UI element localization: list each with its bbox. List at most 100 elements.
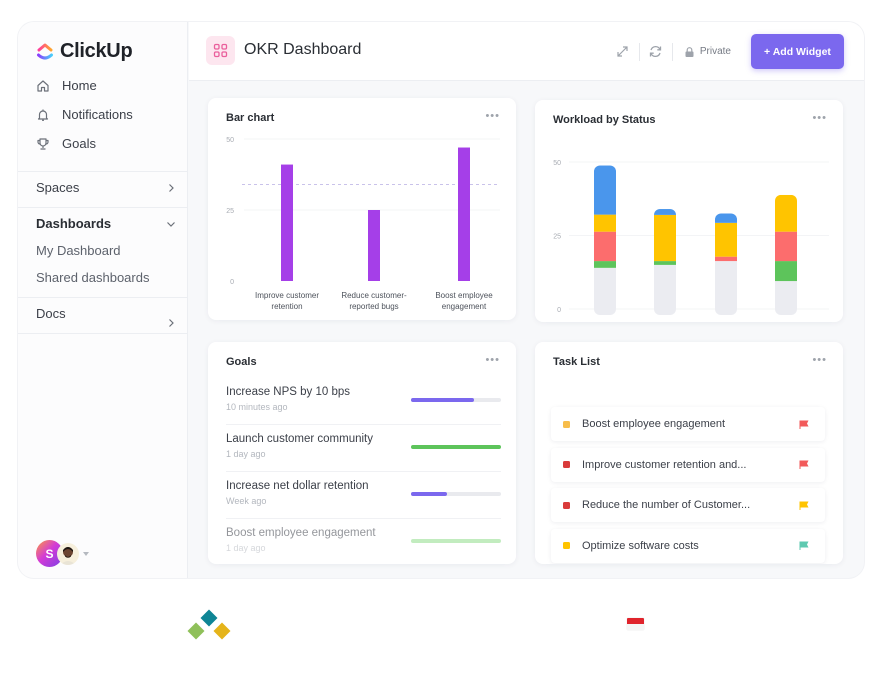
trophy-icon [37, 137, 49, 150]
sidebar-item-notifications[interactable]: Notifications [36, 107, 133, 122]
goal-timestamp: 1 day ago [226, 449, 266, 459]
task-item[interactable]: Improve customer retention and... [551, 447, 825, 482]
goal-timestamp: 10 minutes ago [226, 402, 288, 412]
x-tick-label: Q1 [599, 320, 611, 322]
bar-segment-yellow [715, 222, 737, 257]
more-options-icon[interactable]: ••• [812, 355, 827, 366]
priority-flag-icon[interactable] [799, 501, 809, 510]
user-menu[interactable]: S [36, 540, 89, 567]
task-item[interactable]: Optimize software costs [551, 528, 825, 563]
refresh-button[interactable] [640, 37, 672, 67]
caret-down-icon [83, 551, 89, 556]
x-tick-label: Improve customer [255, 291, 319, 300]
fullscreen-button[interactable] [607, 37, 639, 67]
bar-segment-red [775, 231, 797, 262]
privacy-label: Private [699, 46, 731, 57]
y-tick-label: 25 [553, 234, 561, 241]
status-indicator[interactable] [563, 542, 570, 549]
y-tick-label: 50 [226, 137, 234, 144]
sidebar-item-spaces[interactable]: Spaces [36, 180, 176, 195]
task-list-widget: Task List ••• Boost employee engagement I… [535, 342, 843, 564]
priority-flag-icon[interactable] [799, 460, 809, 469]
goal-progress-bar [411, 398, 501, 402]
priority-flag-icon[interactable] [799, 420, 809, 429]
goal-item[interactable]: Launch customer community 1 day ago [226, 433, 501, 459]
bar-segment-gray [775, 281, 797, 315]
goal-item[interactable]: Increase net dollar retention Week ago [226, 480, 501, 506]
chevron-down-icon [167, 221, 175, 227]
stacked-bar [594, 165, 616, 315]
sidebar-item-label: Notifications [62, 107, 133, 122]
sidebar-item-dashboards[interactable]: Dashboards [36, 216, 176, 231]
goal-name: Increase net dollar retention [226, 480, 369, 492]
x-tick-label: retention [271, 302, 302, 311]
bar-segment-gray [654, 264, 676, 315]
y-tick-label: 0 [557, 307, 561, 314]
goal-timestamp: 1 day ago [226, 543, 266, 553]
y-tick-label: 25 [226, 208, 234, 215]
widget-title: Goals [226, 356, 257, 368]
sidebar-item-my-dashboard[interactable]: My Dashboard [36, 243, 121, 258]
sidebar-item-label: Goals [62, 136, 96, 151]
status-indicator[interactable] [563, 461, 570, 468]
sidebar-item-home[interactable]: Home [36, 78, 97, 93]
stacked-bar [654, 209, 676, 315]
privacy-toggle[interactable]: Private [673, 46, 751, 57]
goal-name: Launch customer community [226, 433, 374, 445]
task-name: Reduce the number of Customer... [582, 499, 751, 511]
goals-widget: Goals ••• Increase NPS by 10 bps 10 minut… [208, 342, 516, 564]
workload-widget: Workload by Status ••• 02550Q1Q2Q3Q4 [535, 100, 843, 322]
sidebar-item-label: Spaces [36, 180, 80, 195]
chevron-right-icon [169, 183, 174, 192]
add-widget-button[interactable]: + Add Widget [751, 34, 844, 69]
goal-progress-bar [411, 492, 501, 496]
sidebar-item-shared-dashboards[interactable]: Shared dashboards [36, 270, 149, 285]
goal-progress-bar [411, 539, 501, 543]
goal-progress-fill [411, 539, 501, 543]
divider [226, 471, 501, 472]
sidebar-item-docs[interactable]: Docs [36, 306, 176, 334]
clickup-logo[interactable]: ClickUp [36, 40, 133, 63]
y-tick-label: 50 [553, 160, 561, 167]
app-window: ClickUp Home Notifications Goals Spaces … [18, 22, 864, 578]
more-options-icon[interactable]: ••• [485, 355, 500, 366]
sidebar-item-label: Home [62, 78, 97, 93]
widget-title: Task List [553, 356, 600, 368]
x-tick-label: engagement [442, 302, 487, 311]
divider [226, 424, 501, 425]
bar-segment-red [594, 231, 616, 262]
goal-item[interactable]: Increase NPS by 10 bps 10 minutes ago [226, 386, 501, 412]
bar-segment-yellow [775, 194, 797, 232]
goal-timestamp: Week ago [226, 496, 267, 506]
y-tick-label: 0 [230, 279, 234, 286]
task-item[interactable]: Boost employee engagement [551, 407, 825, 441]
bar-segment-blue [715, 213, 737, 223]
bar [458, 147, 470, 281]
task-name: Optimize software costs [582, 539, 699, 552]
x-tick-label: Reduce customer- [341, 291, 407, 300]
person-icon [60, 546, 76, 565]
divider [18, 207, 188, 208]
stacked-bar [715, 213, 737, 315]
bar-segment-green [775, 261, 797, 282]
divider [18, 171, 188, 172]
status-indicator[interactable] [563, 420, 570, 428]
goal-progress-fill [411, 492, 447, 496]
home-icon [37, 79, 49, 92]
bar-segment-gray [715, 261, 737, 315]
sidebar-item-label: Docs [36, 306, 66, 321]
sidebar: ClickUp Home Notifications Goals Spaces … [18, 22, 188, 578]
x-tick-label: Q3 [720, 320, 732, 322]
status-indicator[interactable] [563, 501, 570, 509]
goal-name: Boost employee engagement [226, 527, 376, 539]
sidebar-item-goals[interactable]: Goals [36, 136, 96, 151]
task-item[interactable]: Reduce the number of Customer... [551, 488, 825, 522]
stacked-bar [775, 194, 797, 315]
goal-progress-fill [411, 445, 501, 449]
goal-item[interactable]: Boost employee engagement 1 day ago [226, 527, 501, 553]
priority-flag-icon[interactable] [799, 541, 809, 550]
bar-segment-blue [654, 209, 676, 215]
sidebar-item-label: Dashboards [36, 216, 112, 231]
bar [281, 164, 293, 281]
partner-logo-icon [187, 609, 231, 640]
